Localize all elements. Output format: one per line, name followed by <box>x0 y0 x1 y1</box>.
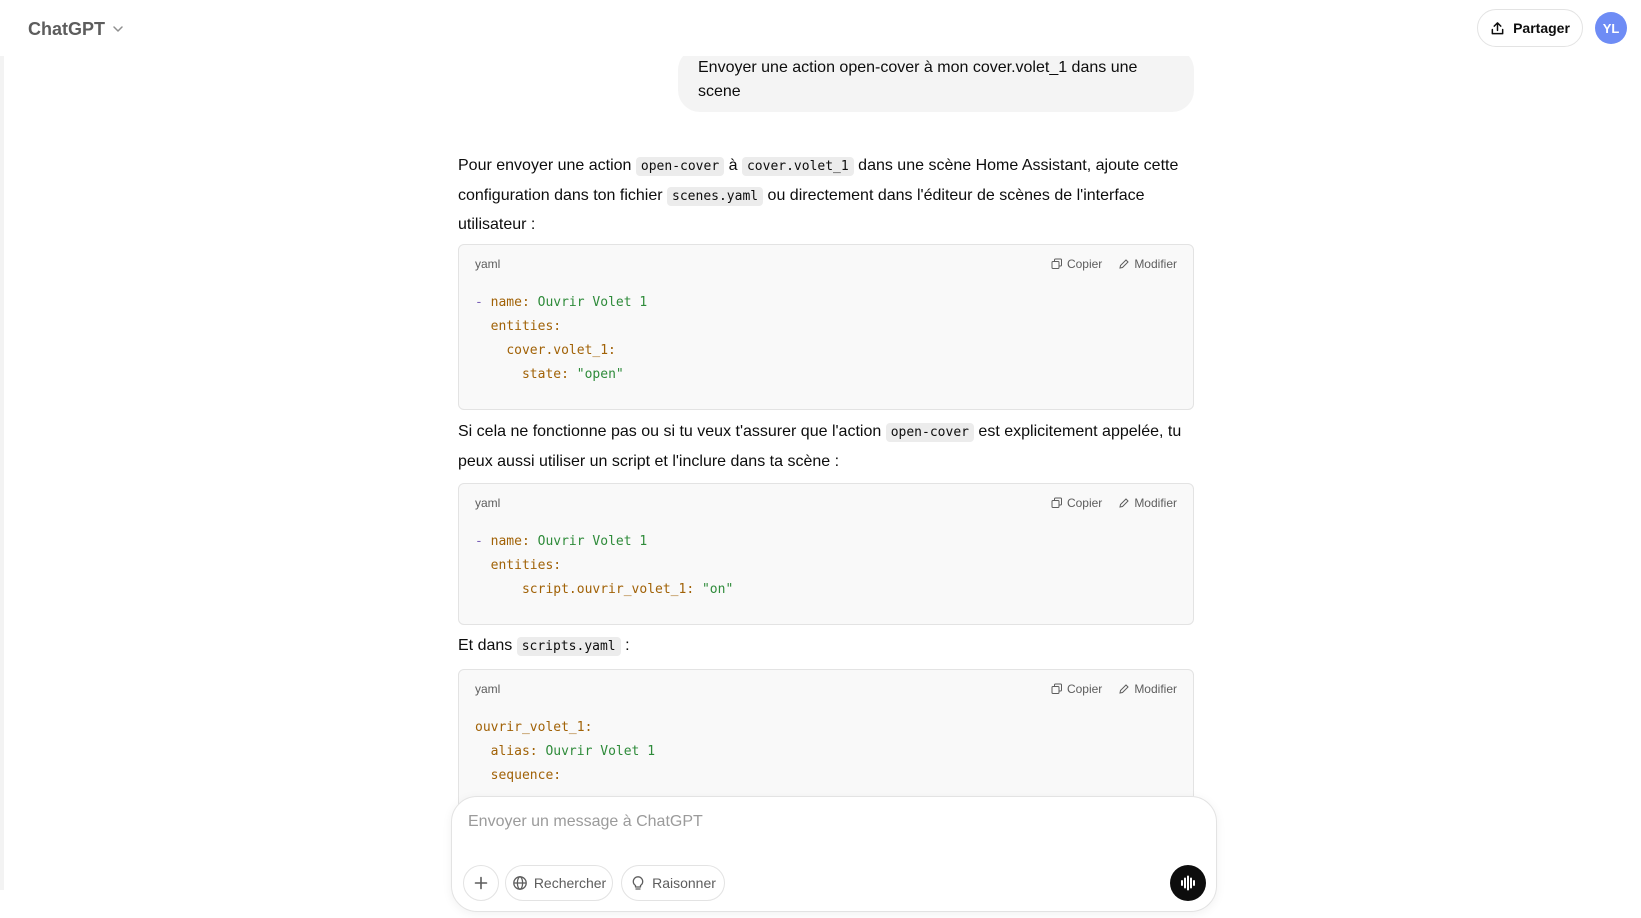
edit-code-button[interactable]: Modifier <box>1118 496 1177 510</box>
lightbulb-icon <box>632 876 644 890</box>
user-message-text: Envoyer une action open-cover à mon cove… <box>698 59 1138 100</box>
code-block-2: yaml Copier Modifier - name: Ouvrir Vole… <box>458 483 1194 625</box>
inline-code: scenes.yaml <box>667 186 764 206</box>
copy-icon <box>1051 258 1062 269</box>
text: à <box>724 157 742 174</box>
attach-button[interactable] <box>463 865 499 901</box>
assistant-paragraph-3: Et dans scripts.yaml : <box>458 632 1194 662</box>
share-label: Partager <box>1513 20 1570 36</box>
voice-mode-button[interactable] <box>1170 865 1206 901</box>
copy-label: Copier <box>1066 257 1103 271</box>
copy-icon <box>1051 683 1062 694</box>
user-message-bubble: Envoyer une action open-cover à mon cove… <box>678 48 1194 112</box>
code-block-3: yaml Copier Modifier ouvrir_volet_1: ali… <box>458 669 1194 809</box>
text: Et dans <box>458 637 517 654</box>
assistant-paragraph-2: Si cela ne fonctionne pas ou si tu veux … <box>458 418 1194 476</box>
copy-code-button[interactable]: Copier <box>1051 257 1102 271</box>
code-block-header: yaml Copier Modifier <box>459 245 1193 283</box>
model-selector[interactable]: ChatGPT <box>20 14 133 44</box>
plus-icon <box>474 876 488 890</box>
pencil-icon <box>1119 498 1130 508</box>
edit-code-button[interactable]: Modifier <box>1118 682 1177 696</box>
text: Si cela ne fonctionne pas ou si tu veux … <box>458 423 886 440</box>
pencil-icon <box>1119 684 1130 694</box>
share-icon <box>1491 21 1504 34</box>
code-content: ouvrir_volet_1: alias: Ouvrir Volet 1 se… <box>475 720 656 783</box>
code-block-header: yaml Copier Modifier <box>459 484 1193 522</box>
code-content: - name: Ouvrir Volet 1 entities: script.… <box>475 534 734 597</box>
code-language: yaml <box>475 496 501 510</box>
edit-label: Modifier <box>1134 682 1177 696</box>
inline-code: open-cover <box>885 423 974 442</box>
chevron-down-icon <box>113 26 123 32</box>
code-content: - name: Ouvrir Volet 1 entities: cover.v… <box>475 295 648 382</box>
code-language: yaml <box>475 257 501 271</box>
reason-label: Raisonner <box>652 875 716 891</box>
globe-icon <box>512 876 527 890</box>
search-button[interactable]: Rechercher <box>505 865 613 901</box>
inline-code: scripts.yaml <box>516 637 621 656</box>
copy-code-button[interactable]: Copier <box>1051 682 1102 696</box>
message-composer: Rechercher Raisonner <box>451 796 1217 912</box>
avatar[interactable]: YL <box>1595 12 1627 44</box>
edit-code-button[interactable]: Modifier <box>1118 257 1177 271</box>
copy-code-button[interactable]: Copier <box>1051 496 1102 510</box>
model-name: ChatGPT <box>28 18 106 39</box>
conversation-thread: Envoyer une action open-cover à mon cove… <box>0 0 1641 918</box>
copy-icon <box>1051 497 1062 508</box>
share-button[interactable]: Partager <box>1477 9 1583 47</box>
code-block-1: yaml Copier Modifier - name: Ouvrir Vole… <box>458 244 1194 410</box>
edit-label: Modifier <box>1134 496 1177 510</box>
copy-label: Copier <box>1066 496 1103 510</box>
assistant-paragraph-1: Pour envoyer une action open-cover à cov… <box>458 152 1194 240</box>
text: Pour envoyer une action <box>458 157 636 174</box>
message-input[interactable] <box>468 809 1188 835</box>
inline-code: open-cover <box>635 157 725 176</box>
reason-button[interactable]: Raisonner <box>621 865 725 901</box>
copy-label: Copier <box>1066 682 1103 696</box>
code-block-header: yaml Copier Modifier <box>459 670 1193 708</box>
search-label: Rechercher <box>533 875 607 891</box>
voice-mode-icon <box>1181 875 1195 891</box>
code-language: yaml <box>475 682 501 696</box>
text: : <box>620 637 630 654</box>
edit-label: Modifier <box>1134 257 1177 271</box>
inline-code: cover.volet_1 <box>741 157 854 176</box>
pencil-icon <box>1119 259 1130 269</box>
top-bar: ChatGPT Partager YL <box>0 0 1641 56</box>
